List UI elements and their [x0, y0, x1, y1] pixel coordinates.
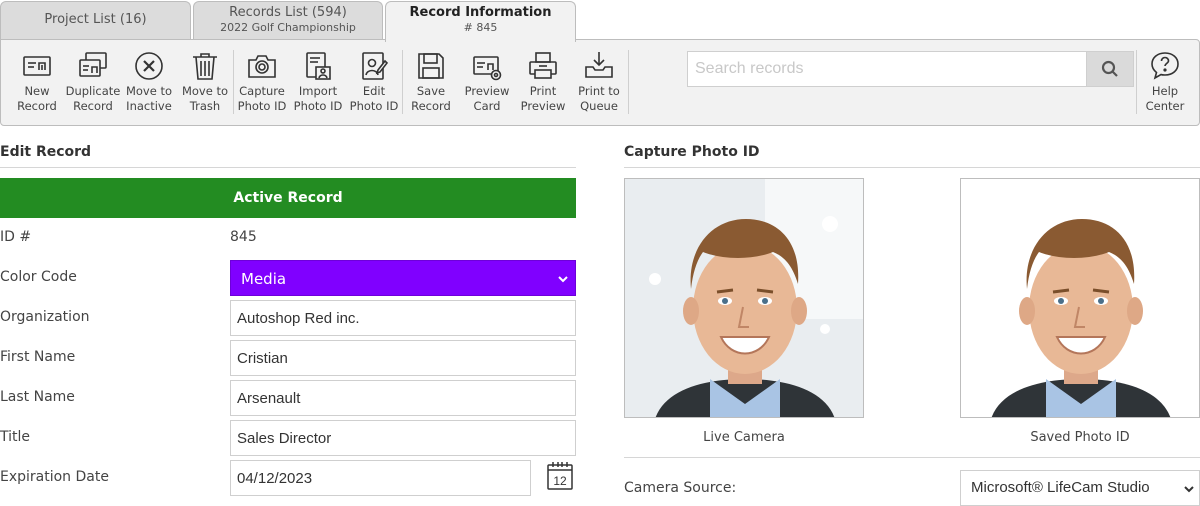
help-icon [1151, 52, 1179, 80]
id-label: ID # [0, 229, 32, 245]
last-name-input[interactable] [230, 380, 576, 416]
tab-record-information-subtitle: # 845 [463, 21, 498, 34]
id-value: 845 [230, 229, 257, 245]
new-record-label-1: New [24, 84, 50, 98]
move-to-inactive-label-1: Move to [125, 84, 173, 98]
first-name-label: First Name [0, 349, 76, 365]
move-to-trash-label-1: Move to [181, 84, 229, 98]
capture-photo-id-label-2: Photo ID [237, 99, 287, 113]
move-to-trash-label-2: Trash [189, 99, 221, 113]
edit-record-divider [0, 167, 576, 168]
expiration-date-label: Expiration Date [0, 469, 109, 485]
import-photo-id-button[interactable]: Import Photo ID [290, 50, 346, 114]
saved-photo-id-view[interactable] [960, 178, 1200, 418]
chevron-down-icon [1184, 486, 1194, 493]
tab-records-list-title: Records List (594) [229, 5, 347, 20]
import-photo-icon [306, 52, 331, 80]
calendar-day: 12 [553, 474, 567, 488]
print-queue-icon [585, 52, 613, 78]
live-camera-view[interactable] [624, 178, 864, 418]
camera-source-select[interactable]: Microsoft® LifeCam Studio [960, 470, 1200, 506]
trash-icon [193, 53, 217, 80]
last-name-label: Last Name [0, 389, 75, 405]
camera-source-label: Camera Source: [624, 480, 737, 496]
move-to-inactive-button[interactable]: Move to Inactive [121, 50, 177, 114]
search-bar [687, 51, 1134, 87]
color-code-label: Color Code [0, 269, 77, 285]
color-code-select[interactable]: Media [230, 260, 576, 296]
toolbar-separator [628, 50, 629, 114]
print-to-queue-label-1: Print to [578, 84, 620, 98]
organization-label: Organization [0, 309, 90, 325]
print-preview-button[interactable]: Print Preview [515, 50, 571, 114]
print-to-queue-button[interactable]: Print to Queue [571, 50, 627, 114]
capture-divider [624, 167, 1200, 168]
save-icon [418, 53, 444, 79]
tab-record-information-title: Record Information [409, 5, 552, 20]
help-center-label-2: Center [1145, 99, 1185, 113]
duplicate-record-label-1: Duplicate [65, 84, 121, 98]
search-icon [1101, 60, 1118, 77]
edit-record-title: Edit Record [0, 144, 92, 160]
new-record-label-2: Record [17, 99, 57, 113]
tab-bar: Project List (16) Records List (594) 202… [0, 0, 1200, 42]
expiration-date-input[interactable] [230, 460, 531, 496]
help-center-button[interactable]: Help Center [1137, 50, 1193, 114]
import-photo-id-label-2: Photo ID [293, 99, 343, 113]
edit-photo-id-button[interactable]: Edit Photo ID [346, 50, 402, 114]
calendar-icon: 12 [547, 462, 573, 490]
print-preview-label-1: Print [529, 84, 557, 98]
camera-source-value: Microsoft® LifeCam Studio [971, 479, 1150, 496]
camera-source-divider [624, 457, 1200, 458]
live-camera-portrait [625, 179, 863, 417]
tab-project-list[interactable]: Project List (16) [0, 1, 191, 40]
move-to-inactive-label-2: Inactive [126, 99, 172, 113]
save-record-button[interactable]: Save Record [403, 50, 459, 114]
preview-card-button[interactable]: Preview Card [459, 50, 515, 114]
saved-photo-portrait [961, 179, 1199, 417]
tab-project-list-title: Project List (16) [44, 12, 147, 27]
preview-card-icon [473, 56, 502, 81]
print-preview-label-2: Preview [520, 99, 566, 113]
duplicate-record-label-2: Record [73, 99, 113, 113]
circle-x-icon [135, 52, 163, 80]
title-input[interactable] [230, 420, 576, 456]
preview-card-label-2: Card [473, 99, 501, 113]
capture-photo-id-title: Capture Photo ID [624, 144, 760, 160]
search-input[interactable] [687, 51, 1087, 87]
save-record-label-2: Record [411, 99, 451, 113]
calendar-button[interactable]: 12 [546, 461, 574, 491]
printer-icon [529, 52, 557, 79]
edit-photo-id-label-2: Photo ID [349, 99, 399, 113]
preview-card-label-1: Preview [464, 84, 510, 98]
first-name-input[interactable] [230, 340, 576, 376]
camera-icon [248, 55, 276, 78]
edit-photo-icon [362, 52, 389, 80]
save-record-label-1: Save [416, 84, 446, 98]
search-button[interactable] [1087, 51, 1134, 87]
organization-input[interactable] [230, 300, 576, 336]
import-photo-id-label-1: Import [298, 84, 338, 98]
new-record-icon [23, 56, 51, 76]
live-camera-caption: Live Camera [703, 430, 785, 445]
saved-photo-id-caption: Saved Photo ID [1030, 430, 1130, 445]
chevron-down-icon [558, 276, 568, 283]
capture-photo-id-label-1: Capture [239, 84, 285, 98]
new-record-button[interactable]: New Record [9, 50, 65, 114]
help-center-label-1: Help [1151, 84, 1179, 98]
duplicate-record-icon [79, 52, 107, 77]
color-code-value: Media [241, 270, 287, 288]
title-label: Title [0, 429, 31, 445]
status-banner: Active Record [0, 178, 576, 218]
capture-photo-id-button[interactable]: Capture Photo ID [234, 50, 290, 114]
tab-record-information[interactable]: Record Information # 845 [385, 1, 576, 42]
tab-records-list[interactable]: Records List (594) 2022 Golf Championshi… [193, 1, 383, 40]
toolbar: New Record Duplicate Record Move to Inac… [0, 39, 1200, 126]
duplicate-record-button[interactable]: Duplicate Record [65, 50, 121, 114]
tab-records-list-subtitle: 2022 Golf Championship [220, 21, 356, 34]
move-to-trash-button[interactable]: Move to Trash [177, 50, 233, 114]
edit-photo-id-label-1: Edit [362, 84, 386, 98]
print-to-queue-label-2: Queue [580, 99, 618, 113]
